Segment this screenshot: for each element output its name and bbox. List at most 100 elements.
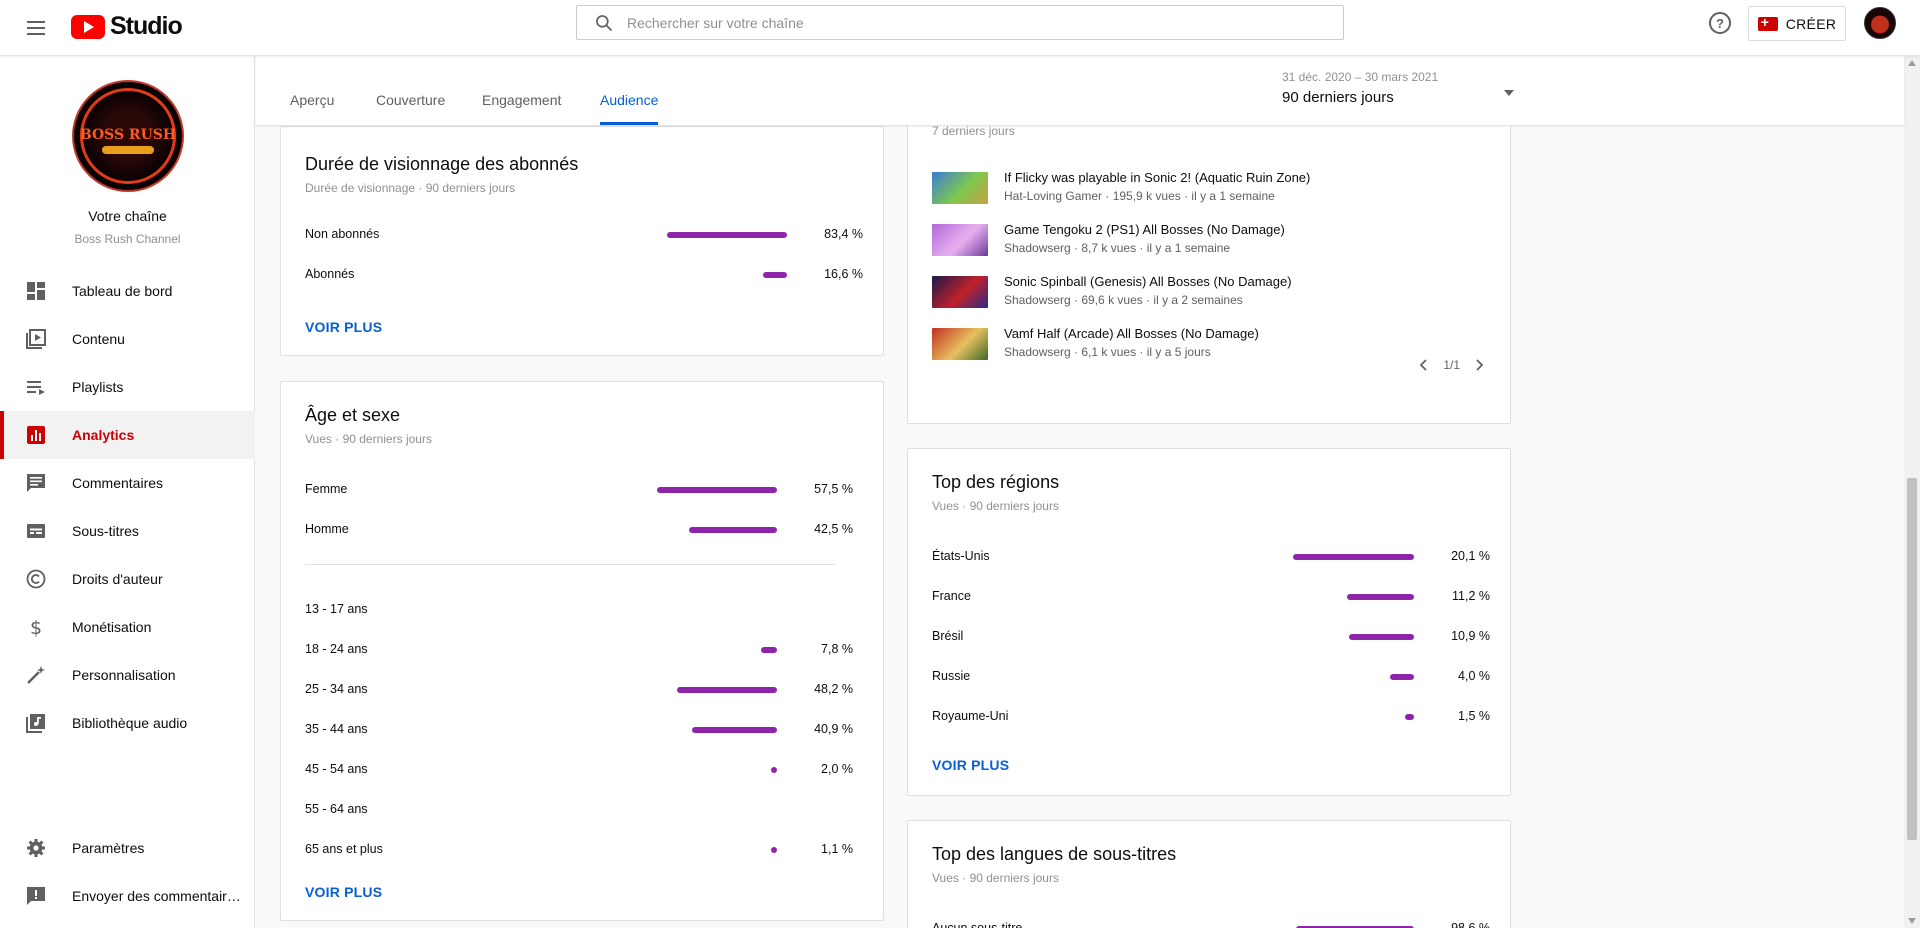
sidebar-item-copyright[interactable]: Droits d'auteur (0, 555, 255, 603)
sidebar-item-dashboard[interactable]: Tableau de bord (0, 267, 255, 315)
sidebar-item-subtitles[interactable]: Sous-titres (0, 507, 255, 555)
chevron-left-icon[interactable] (1417, 358, 1431, 372)
video-meta: Shadowserg · 8,7 k vues · il y a 1 semai… (1004, 241, 1231, 255)
video-thumbnail[interactable] (932, 224, 988, 256)
top-bar: Studio ? CRÉER (0, 0, 1920, 56)
region-row-value: 11,2 % (1452, 589, 1490, 603)
region-row: Russie 4,0 % (932, 667, 1490, 687)
scroll-down-arrow-icon[interactable] (1908, 918, 1916, 924)
region-row-label: Brésil (932, 629, 964, 643)
search-icon[interactable] (593, 12, 615, 34)
video-list-item[interactable]: Sonic Spinball (Genesis) All Bosses (No … (932, 274, 1492, 314)
see-more-link[interactable]: VOIR PLUS (305, 319, 382, 335)
video-thumbnail[interactable] (932, 172, 988, 204)
see-more-link[interactable]: VOIR PLUS (305, 884, 382, 900)
subtitles-icon (26, 521, 46, 541)
age-row-label: 55 - 64 ans (305, 802, 368, 816)
age-row-label: 13 - 17 ans (305, 602, 368, 616)
region-row: Brésil 10,9 % (932, 627, 1490, 647)
sidebar-item-label: Personnalisation (72, 667, 176, 683)
age-row: 35 - 44 ans 40,9 % (305, 720, 853, 740)
age-row-value: 48,2 % (814, 682, 853, 696)
account-avatar[interactable] (1864, 7, 1896, 39)
watch-time-row: Non abonnés 83,4 % (305, 225, 863, 245)
sidebar-nav: Tableau de bord Contenu Playlists Analyt… (0, 267, 255, 747)
region-row-value: 10,9 % (1451, 629, 1490, 643)
sidebar: BOSS RUSH Votre chaîne Boss Rush Channel… (0, 56, 255, 928)
video-camera-icon (1757, 14, 1778, 31)
sidebar-bottom-nav: Paramètres Envoyer des commentair… (0, 824, 255, 920)
video-thumbnail[interactable] (932, 328, 988, 360)
watch-time-row-bar (666, 232, 787, 238)
watch-time-row-value: 83,4 % (824, 227, 863, 241)
sidebar-item-analytics[interactable]: Analytics (0, 411, 255, 459)
card-subtitle: 7 derniers jours (932, 124, 1015, 138)
top-regions-card: Top des régions Vues · 90 derniers jours… (907, 448, 1511, 796)
page-scrollbar[interactable] (1904, 56, 1920, 928)
sidebar-item-label: Playlists (72, 379, 124, 395)
gender-row: Femme 57,5 % (305, 480, 853, 500)
subtitle-language-row: Aucun sous-titre 98,6 % (932, 919, 1490, 928)
video-title[interactable]: Vamf Half (Arcade) All Bosses (No Damage… (1004, 326, 1259, 341)
sidebar-item-audio-library[interactable]: Bibliothèque audio (0, 699, 255, 747)
watch-time-row-label: Non abonnés (305, 227, 380, 241)
age-row: 45 - 54 ans 2,0 % (305, 760, 853, 780)
feedback-icon (26, 886, 46, 906)
tab-engagement[interactable]: Engagement (482, 92, 561, 108)
card-title: Top des langues de sous-titres (932, 844, 1177, 864)
age-row-label: 25 - 34 ans (305, 682, 368, 696)
scroll-up-arrow-icon[interactable] (1908, 60, 1916, 66)
studio-logo[interactable]: Studio (71, 12, 183, 41)
search-input[interactable] (627, 14, 1343, 31)
top-subtitle-languages-card: Top des langues de sous-titres Vues · 90… (907, 820, 1511, 928)
tab-overview[interactable]: Aperçu (290, 92, 334, 108)
video-list-item[interactable]: Game Tengoku 2 (PS1) All Bosses (No Dama… (932, 222, 1492, 262)
see-more-link[interactable]: VOIR PLUS (932, 757, 1009, 773)
card-subtitle: Vues · 90 derniers jours (932, 871, 1059, 885)
channel-avatar[interactable]: BOSS RUSH (72, 80, 184, 192)
sidebar-item-customization[interactable]: Personnalisation (0, 651, 255, 699)
sidebar-item-content[interactable]: Contenu (0, 315, 255, 363)
region-row-value: 20,1 % (1451, 549, 1490, 563)
scroll-thumb[interactable] (1907, 478, 1917, 840)
age-row-label: 35 - 44 ans (305, 722, 368, 736)
sidebar-item-label: Bibliothèque audio (72, 715, 188, 731)
hamburger-menu-icon[interactable] (22, 14, 50, 42)
date-range-selector[interactable]: 31 déc. 2020 – 30 mars 2021 90 derniers … (1282, 70, 1514, 112)
analytics-icon (26, 425, 46, 445)
video-title[interactable]: Game Tengoku 2 (PS1) All Bosses (No Dama… (1004, 222, 1285, 237)
copyright-icon (26, 569, 46, 589)
date-range-label: 90 derniers jours (1282, 89, 1394, 106)
sidebar-item-comments[interactable]: Commentaires (0, 459, 255, 507)
analytics-tabs-bar: Aperçu Couverture Engagement Audience 31… (256, 56, 1904, 126)
channel-logo-text: BOSS RUSH (79, 127, 177, 143)
age-row-value: 2,0 % (821, 762, 853, 776)
age-row-bar (771, 767, 777, 773)
video-list-item[interactable]: If Flicky was playable in Sonic 2! (Aqua… (932, 170, 1492, 210)
create-button[interactable]: CRÉER (1748, 6, 1846, 41)
age-row-bar (760, 647, 777, 653)
sidebar-item-settings[interactable]: Paramètres (0, 824, 255, 872)
video-meta: Hat-Loving Gamer · 195,9 k vues · il y a… (1004, 189, 1275, 203)
video-title[interactable]: If Flicky was playable in Sonic 2! (Aqua… (1004, 170, 1310, 185)
gender-row-value: 42,5 % (814, 522, 853, 536)
sidebar-item-label: Monétisation (72, 619, 152, 635)
tab-audience[interactable]: Audience (600, 92, 659, 125)
sidebar-item-label: Tableau de bord (72, 283, 173, 299)
region-row-value: 1,5 % (1458, 709, 1490, 723)
sidebar-item-feedback[interactable]: Envoyer des commentair… (0, 872, 255, 920)
gender-row-label: Femme (305, 482, 348, 496)
video-thumbnail[interactable] (932, 276, 988, 308)
help-icon[interactable]: ? (1709, 12, 1731, 34)
video-title[interactable]: Sonic Spinball (Genesis) All Bosses (No … (1004, 274, 1292, 289)
region-row-bar (1348, 634, 1414, 640)
age-row-bar (771, 847, 777, 853)
chevron-right-icon[interactable] (1472, 358, 1486, 372)
video-list-item[interactable]: Vamf Half (Arcade) All Bosses (No Damage… (932, 326, 1492, 366)
tab-reach[interactable]: Couverture (376, 92, 445, 108)
sidebar-item-monetization[interactable]: $ Monétisation (0, 603, 255, 651)
search-box[interactable] (576, 5, 1344, 40)
watch-time-row-label: Abonnés (305, 267, 355, 281)
age-row: 18 - 24 ans 7,8 % (305, 640, 853, 660)
sidebar-item-playlists[interactable]: Playlists (0, 363, 255, 411)
